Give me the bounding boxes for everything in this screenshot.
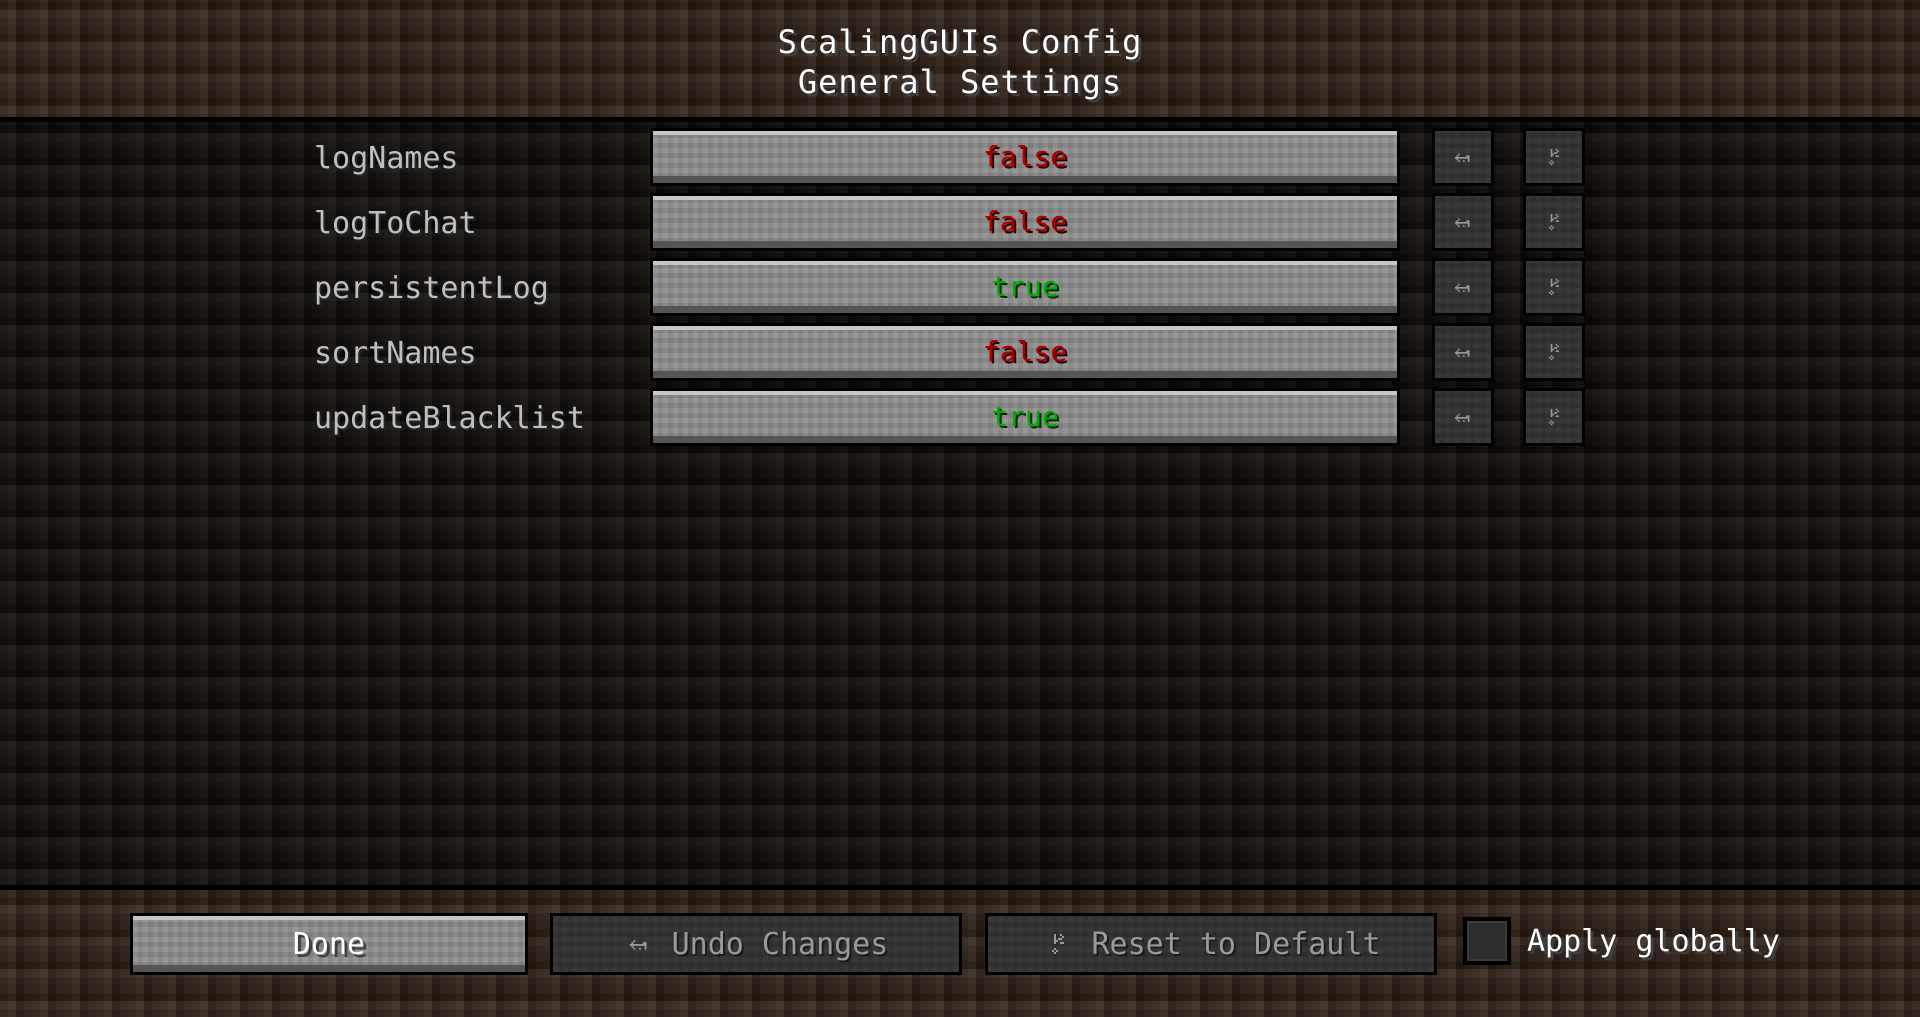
option-undo-button[interactable] [1432, 323, 1494, 381]
reset-to-default-button[interactable]: Reset to Default [985, 913, 1437, 975]
reset-broom-icon [1549, 408, 1559, 426]
option-label: logToChat [314, 206, 477, 241]
reset-broom-icon [1549, 213, 1559, 231]
option-value-button[interactable]: false [650, 323, 1400, 381]
option-row: logToChat false [0, 191, 1920, 255]
option-reset-button[interactable] [1523, 388, 1585, 446]
done-button-label: Done [292, 926, 366, 962]
undo-arrow-icon [629, 940, 647, 950]
option-row: logNames false [0, 126, 1920, 190]
apply-globally-label: Apply globally [1527, 923, 1780, 959]
option-reset-button[interactable] [1523, 258, 1585, 316]
option-undo-button[interactable] [1432, 128, 1494, 186]
apply-globally-checkbox[interactable]: Apply globally [1463, 917, 1780, 965]
undo-changes-content: Undo Changes [624, 926, 889, 962]
option-undo-button[interactable] [1432, 193, 1494, 251]
option-row: persistentLog true [0, 256, 1920, 320]
page-subtitle: General Settings [797, 63, 1123, 101]
option-undo-button[interactable] [1432, 388, 1494, 446]
reset-to-default-content: Reset to Default [1042, 926, 1381, 962]
option-value-button[interactable]: false [650, 193, 1400, 251]
option-row: sortNames false [0, 321, 1920, 385]
option-value-text: true [991, 400, 1059, 433]
option-value-button[interactable]: true [650, 388, 1400, 446]
option-reset-button[interactable] [1523, 323, 1585, 381]
option-value-text: true [991, 270, 1059, 303]
screen-header: ScalingGUIs Config General Settings [0, 0, 1920, 122]
screen-footer: Done Undo Changes Reset to Default Apply… [0, 890, 1920, 1017]
options-list: logNames false logToChat false persisten… [0, 122, 1920, 885]
option-value-button[interactable]: true [650, 258, 1400, 316]
page-title: ScalingGUIs Config [777, 23, 1143, 61]
option-value-text: false [982, 140, 1068, 173]
option-reset-button[interactable] [1523, 193, 1585, 251]
option-value-button[interactable]: false [650, 128, 1400, 186]
option-label: logNames [314, 141, 459, 176]
undo-arrow-icon [1454, 413, 1470, 422]
undo-arrow-icon [1454, 283, 1470, 292]
option-label: updateBlacklist [314, 401, 585, 436]
undo-changes-button[interactable]: Undo Changes [550, 913, 962, 975]
config-screen: ScalingGUIs Config General Settings logN… [0, 0, 1920, 1017]
reset-broom-icon [1051, 934, 1064, 954]
option-reset-button[interactable] [1523, 128, 1585, 186]
reset-broom-icon [1549, 148, 1559, 166]
done-button[interactable]: Done [130, 913, 528, 975]
reset-broom-icon [1549, 343, 1559, 361]
option-value-text: false [982, 205, 1068, 238]
checkbox-box[interactable] [1463, 917, 1511, 965]
option-label: persistentLog [314, 271, 549, 306]
undo-arrow-icon [1454, 153, 1470, 162]
reset-to-default-label: Reset to Default [1091, 926, 1381, 962]
undo-arrow-icon [1454, 218, 1470, 227]
option-value-text: false [982, 335, 1068, 368]
undo-changes-label: Undo Changes [671, 926, 889, 962]
reset-broom-icon [1549, 278, 1559, 296]
option-row: updateBlacklist true [0, 386, 1920, 450]
undo-arrow-icon [1454, 348, 1470, 357]
option-label: sortNames [314, 336, 477, 371]
header-titles: ScalingGUIs Config General Settings [0, 22, 1920, 102]
option-undo-button[interactable] [1432, 258, 1494, 316]
